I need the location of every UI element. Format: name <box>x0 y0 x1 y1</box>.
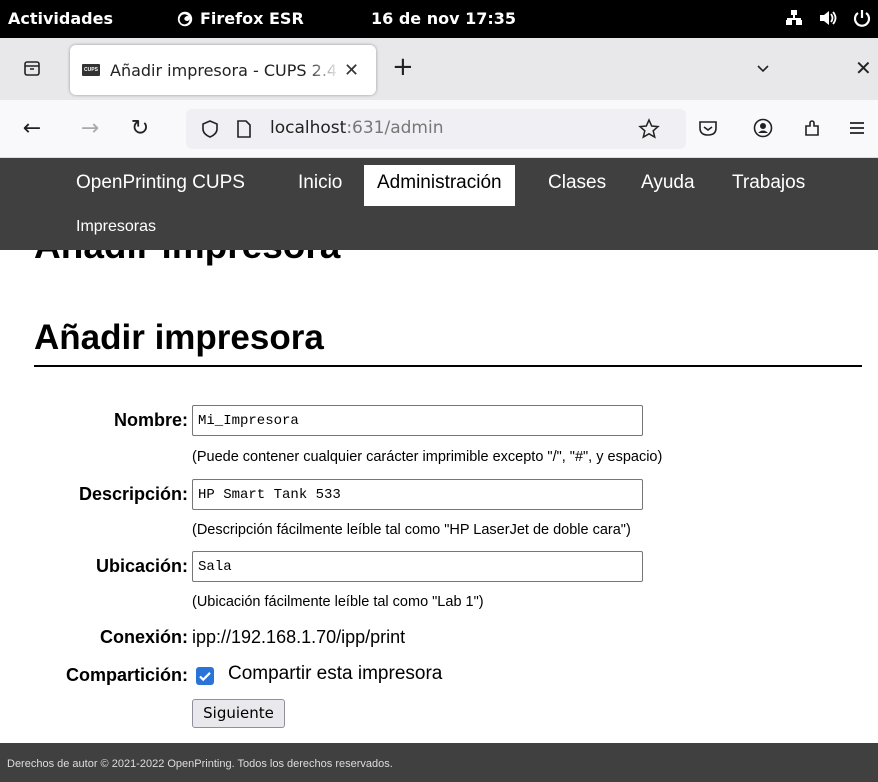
system-menu[interactable] <box>784 8 872 28</box>
tab-title: Añadir impresora - CUPS 2.4 <box>110 60 338 80</box>
location-field[interactable] <box>192 551 643 582</box>
share-printer-label[interactable]: Compartir esta impresora <box>228 663 442 685</box>
heading-divider <box>34 365 862 367</box>
description-field[interactable] <box>192 479 643 510</box>
location-label: Ubicación: <box>95 556 188 576</box>
description-label: Descripción: <box>78 484 188 504</box>
nav-trabajos[interactable]: Trabajos <box>732 172 805 194</box>
nav-inicio[interactable]: Inicio <box>298 172 342 194</box>
volume-icon <box>820 11 837 25</box>
next-button[interactable]: Siguiente <box>192 699 285 728</box>
page-heading: Añadir impresora <box>34 318 324 357</box>
gnome-top-bar: Actividades Firefox ESR 16 de nov 17:35 <box>0 0 878 38</box>
list-all-tabs-icon[interactable] <box>22 58 42 78</box>
tab-strip: CUPS Añadir impresora - CUPS 2.4 ✕ + ✕ <box>0 38 878 100</box>
tab-close-icon[interactable]: ✕ <box>344 60 359 81</box>
url-bar[interactable]: localhost:631/admin <box>186 109 686 149</box>
name-field[interactable] <box>192 405 643 436</box>
chevron-down-icon[interactable] <box>755 60 771 76</box>
pocket-icon[interactable] <box>697 117 719 139</box>
nav-clases[interactable]: Clases <box>548 172 606 194</box>
activities-button[interactable]: Actividades <box>8 9 113 28</box>
clock[interactable]: 16 de nov 17:35 <box>371 9 516 28</box>
power-icon <box>853 10 871 27</box>
footer: Derechos de autor © 2021-2022 OpenPrinti… <box>0 743 878 782</box>
location-hint: (Ubicación fácilmente leíble tal como "L… <box>192 594 484 610</box>
back-arrow-icon[interactable]: ← <box>20 117 44 141</box>
name-hint: (Puede contener cualquier carácter impri… <box>192 449 663 465</box>
nav-impresoras[interactable]: Impresoras <box>76 218 156 236</box>
description-hint: (Descripción fácilmente leíble tal como … <box>192 522 631 538</box>
hamburger-menu-icon[interactable] <box>846 117 868 139</box>
cups-navigation: OpenPrinting CUPS Inicio Administración … <box>0 158 878 250</box>
firefox-icon <box>177 11 193 26</box>
sharing-label: Compartición: <box>65 665 188 685</box>
nav-administracion[interactable]: Administración <box>364 165 515 206</box>
tab-cups-add-printer[interactable]: CUPS Añadir impresora - CUPS 2.4 ✕ <box>70 45 376 95</box>
forward-arrow-icon[interactable]: → <box>78 117 102 141</box>
network-icon <box>786 10 802 25</box>
url-text[interactable]: localhost:631/admin <box>270 118 443 138</box>
extensions-icon[interactable] <box>802 117 824 139</box>
nav-openprinting-cups[interactable]: OpenPrinting CUPS <box>76 172 245 194</box>
new-tab-button[interactable]: + <box>392 52 414 82</box>
url-host: localhost <box>270 118 347 138</box>
app-name: Firefox ESR <box>200 9 304 28</box>
cups-favicon-icon: CUPS <box>82 64 100 76</box>
name-label: Nombre: <box>113 410 188 430</box>
shield-icon[interactable] <box>200 119 220 139</box>
connection-label: Conexión: <box>100 627 188 647</box>
navigation-toolbar: ← → ↻ localhost:631/admin <box>0 100 878 158</box>
window-close-icon[interactable]: ✕ <box>855 56 872 80</box>
nav-ayuda[interactable]: Ayuda <box>641 172 695 194</box>
bookmark-star-icon[interactable] <box>638 118 660 140</box>
share-printer-checkbox[interactable] <box>196 667 214 685</box>
account-icon[interactable] <box>752 117 774 139</box>
connection-value: ipp://192.168.1.70/ipp/print <box>192 627 406 647</box>
checkmark-icon <box>199 672 211 682</box>
page-icon[interactable] <box>234 119 254 139</box>
app-menu[interactable]: Firefox ESR <box>176 9 304 28</box>
reload-icon[interactable]: ↻ <box>128 117 152 141</box>
url-path: :631/admin <box>346 118 444 138</box>
